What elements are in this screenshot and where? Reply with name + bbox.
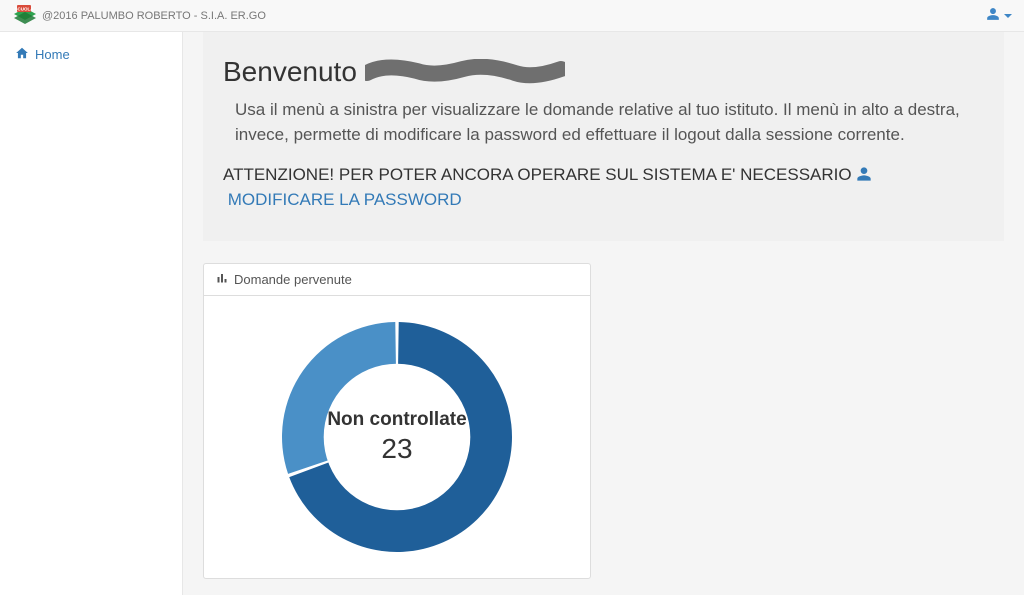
attention-line: ATTENZIONE! PER POTER ANCORA OPERARE SUL… <box>223 163 984 212</box>
bar-chart-icon <box>216 272 228 287</box>
donut-chart: Non controllate 23 <box>272 312 522 562</box>
sidebar-item-home[interactable]: Home <box>0 38 182 71</box>
panel-body: Non controllate 23 <box>204 296 590 578</box>
modify-password-link[interactable]: MODIFICARE LA PASSWORD <box>228 190 462 209</box>
panel-title: Domande pervenute <box>234 272 352 287</box>
welcome-panel: Benvenuto Usa il menù a sinistra per vis… <box>203 32 1004 241</box>
brand-text: @2016 PALUMBO ROBERTO - S.I.A. ER.GO <box>42 10 266 22</box>
requests-panel: Domande pervenute Non controllate 23 <box>203 263 591 579</box>
main: Benvenuto Usa il menù a sinistra per vis… <box>183 32 1024 595</box>
layout: Home Benvenuto Usa il menù a sinistra pe… <box>0 32 1024 595</box>
page-title: Benvenuto <box>223 56 984 88</box>
brand: SCUOLA @2016 PALUMBO ROBERTO - S.I.A. ER… <box>12 5 266 27</box>
chevron-down-icon <box>1004 14 1012 18</box>
user-menu[interactable] <box>986 7 1012 24</box>
welcome-text: Benvenuto <box>223 56 357 88</box>
user-icon <box>986 7 1000 24</box>
welcome-lead: Usa il menù a sinistra per visualizzare … <box>235 98 972 147</box>
home-icon <box>15 46 29 63</box>
logo-icon: SCUOLA <box>12 5 38 27</box>
redacted-name <box>365 61 563 83</box>
svg-text:SCUOLA: SCUOLA <box>15 6 35 11</box>
topbar: SCUOLA @2016 PALUMBO ROBERTO - S.I.A. ER… <box>0 0 1024 32</box>
attention-prefix: ATTENZIONE! PER POTER ANCORA OPERARE SUL… <box>223 165 852 184</box>
user-icon <box>856 165 872 184</box>
sidebar: Home <box>0 32 183 595</box>
sidebar-item-label: Home <box>35 47 70 62</box>
panel-header: Domande pervenute <box>204 264 590 296</box>
